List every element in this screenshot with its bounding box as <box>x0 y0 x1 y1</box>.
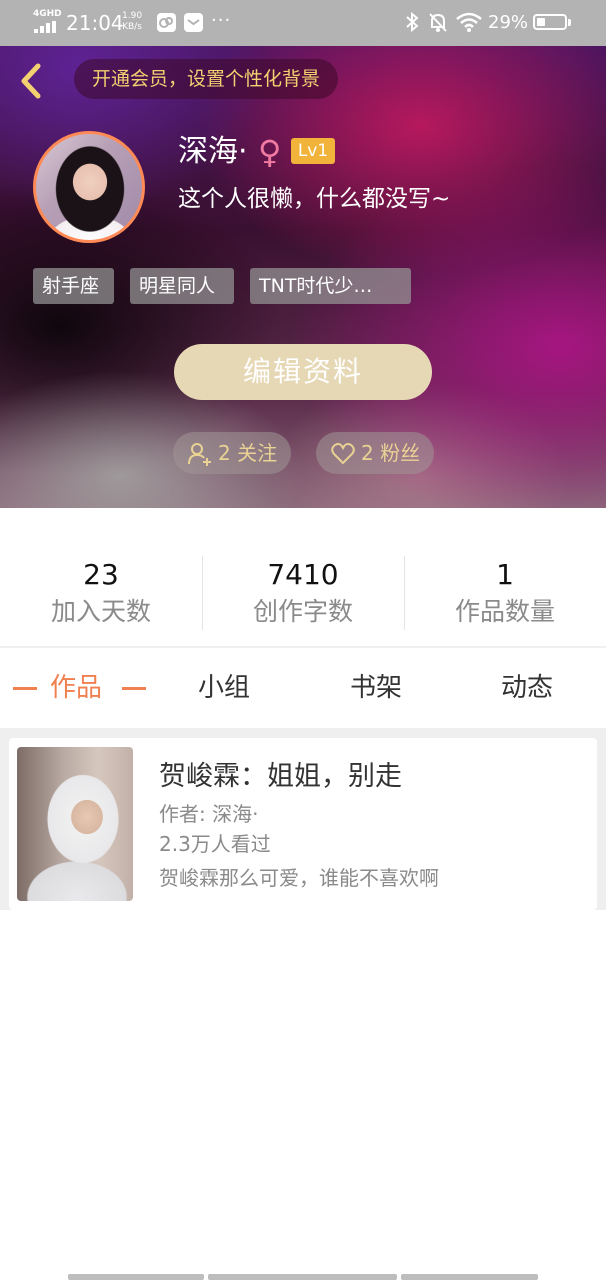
chevron-left-icon[interactable] <box>16 62 50 100</box>
network-type: 4GHD <box>33 9 62 19</box>
speed-value: 1.90 <box>122 11 143 21</box>
stat-value: 23 <box>83 558 119 591</box>
profile-header: 开通会员，设置个性化背景 深海· ♀ Lv1 这个人很懒，什么都没写~ 射手座 … <box>0 46 606 508</box>
active-tab-indicator-left <box>13 687 37 690</box>
nav-indicator <box>401 1274 538 1280</box>
battery-level-fill <box>537 18 545 26</box>
fans-button[interactable]: 2 粉丝 <box>316 432 434 474</box>
clock: 21:04 <box>66 11 124 35</box>
battery-percent: 29% <box>488 12 529 33</box>
avatar[interactable] <box>33 131 145 243</box>
book-cover[interactable] <box>17 747 133 901</box>
book-author: 作者: 深海· <box>159 802 259 826</box>
fans-count: 2 粉丝 <box>361 441 421 465</box>
stat-label: 作品数量 <box>454 597 555 626</box>
battery-icon <box>533 14 567 30</box>
tab-groups[interactable]: 小组 <box>198 668 250 708</box>
female-icon: ♀ <box>258 133 282 171</box>
stat-words: 7410 创作字数 <box>202 555 404 629</box>
following-count: 2 关注 <box>218 441 278 465</box>
tag-constellation[interactable]: 射手座 <box>33 268 114 304</box>
username: 深海· <box>178 134 248 169</box>
tab-activity[interactable]: 动态 <box>501 668 553 708</box>
app-icon <box>157 13 176 32</box>
bluetooth-icon <box>406 11 419 33</box>
stat-label: 创作字数 <box>252 597 353 626</box>
book-description: 贺峻霖那么可爱，谁能不喜欢啊 <box>159 866 439 890</box>
heart-icon <box>331 443 355 465</box>
level-badge: Lv1 <box>291 138 335 164</box>
status-bar: 4GHD 21:04 1.90 KB/s ··· 29% <box>0 0 606 46</box>
stat-works: 1 作品数量 <box>404 555 606 629</box>
stat-value: 7410 <box>267 558 339 591</box>
stat-label: 加入天数 <box>50 597 151 626</box>
wifi-icon <box>456 12 482 32</box>
list-item[interactable]: 贺峻霖：姐姐，别走 作者: 深海· 2.3万人看过 贺峻霖那么可爱，谁能不喜欢啊 <box>9 738 597 910</box>
active-tab-indicator-right <box>122 687 146 690</box>
nav-indicator <box>208 1274 397 1280</box>
nav-indicator <box>68 1274 204 1280</box>
network-speed: 1.90 KB/s <box>122 11 142 33</box>
book-views: 2.3万人看过 <box>159 832 271 856</box>
tag-idol[interactable]: TNT时代少… <box>250 268 411 304</box>
vip-background-banner[interactable]: 开通会员，设置个性化背景 <box>74 59 339 99</box>
book-title: 贺峻霖：姐姐，别走 <box>159 761 402 792</box>
following-button[interactable]: 2 关注 <box>173 432 291 474</box>
tab-works[interactable]: 作品 <box>50 668 102 708</box>
stats-row: 23 加入天数 7410 创作字数 1 作品数量 <box>0 508 606 646</box>
tab-bookshelf[interactable]: 书架 <box>350 668 402 708</box>
content-tabs: 作品 小组 书架 动态 <box>0 648 606 728</box>
edit-profile-button[interactable]: 编辑资料 <box>174 344 432 400</box>
signal-icon <box>34 21 58 33</box>
bell-muted-icon <box>429 13 447 32</box>
mail-icon <box>184 13 203 32</box>
stat-value: 1 <box>496 558 514 591</box>
battery-tip <box>568 19 571 26</box>
tag-interest[interactable]: 明星同人 <box>130 268 234 304</box>
user-add-icon <box>188 443 211 466</box>
user-bio: 这个人很懒，什么都没写~ <box>178 186 451 212</box>
stat-days: 23 加入天数 <box>0 555 202 629</box>
speed-unit: KB/s <box>122 22 142 32</box>
more-notifications-icon: ··· <box>211 10 232 31</box>
